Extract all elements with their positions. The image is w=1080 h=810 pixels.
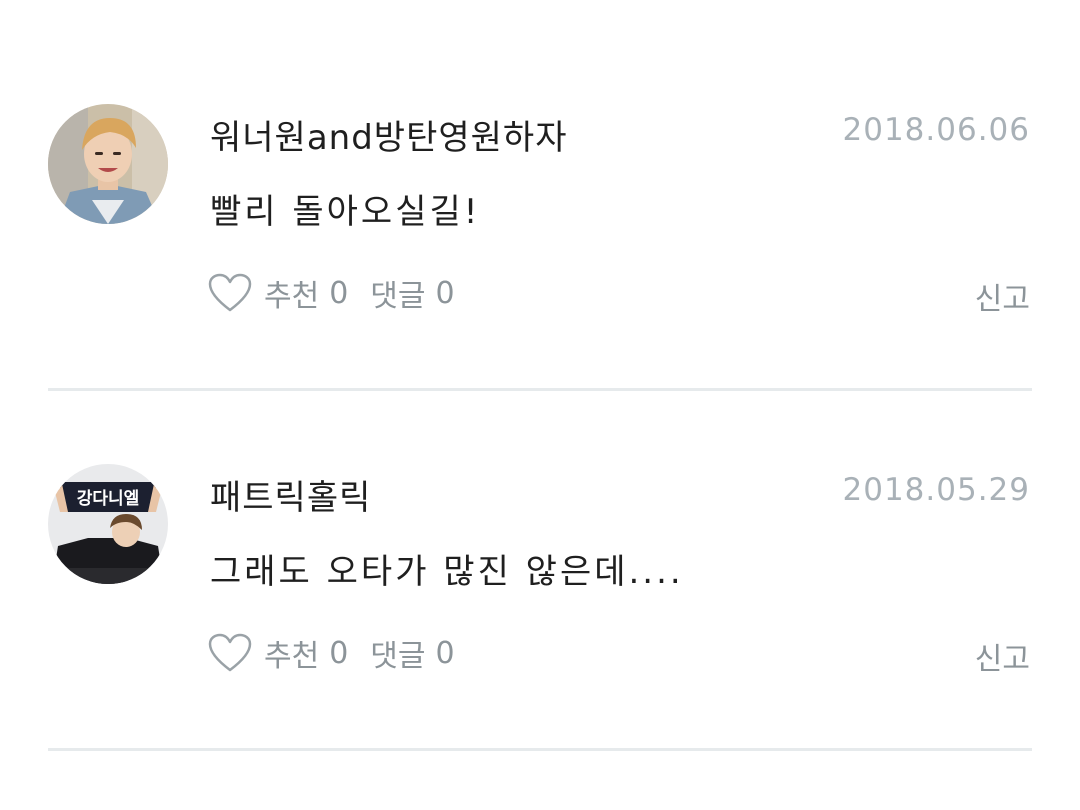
like-button[interactable] <box>208 271 252 315</box>
like-label: 추천 <box>264 279 320 314</box>
like-count: 0 <box>329 275 349 311</box>
reply-count: 0 <box>435 635 455 671</box>
avatar-banner-text: 강다니엘 <box>77 489 140 509</box>
comment-username[interactable]: 패트릭홀릭 <box>210 470 371 519</box>
reply-count: 0 <box>435 275 455 311</box>
comment-item: 강다니엘 패트릭홀릭 2018.05.29 그래도 오타가 많진 않은데....… <box>0 360 1080 720</box>
report-button[interactable]: 신고 <box>975 274 1030 318</box>
user-avatar[interactable] <box>48 104 168 224</box>
reply-button[interactable]: 댓글 <box>370 271 425 315</box>
user-avatar[interactable]: 강다니엘 <box>48 464 168 584</box>
comment-date: 2018.05.29 <box>842 472 1030 508</box>
comment-actions: 추천 0 댓글 0 <box>208 270 477 316</box>
comment-date: 2018.06.06 <box>842 112 1030 148</box>
report-button[interactable]: 신고 <box>975 634 1030 678</box>
comment-actions: 추천 0 댓글 0 <box>208 630 477 676</box>
avatar-photo-icon <box>48 104 168 224</box>
reply-button[interactable]: 댓글 <box>370 631 425 675</box>
avatar-photo-icon: 강다니엘 <box>48 464 168 584</box>
like-label: 추천 <box>264 639 320 674</box>
divider <box>48 748 1032 751</box>
heart-icon <box>208 273 252 312</box>
comment-username[interactable]: 워너원and방탄영원하자 <box>210 110 568 159</box>
like-count: 0 <box>329 635 349 671</box>
heart-icon <box>208 633 252 672</box>
like-button[interactable] <box>208 631 252 675</box>
comment-text: 빨리 돌아오실길! <box>210 192 481 232</box>
comment-item: 워너원and방탄영원하자 2018.06.06 빨리 돌아오실길! 추천 0 댓… <box>0 0 1080 360</box>
comment-text: 그래도 오타가 많진 않은데.... <box>210 552 684 592</box>
